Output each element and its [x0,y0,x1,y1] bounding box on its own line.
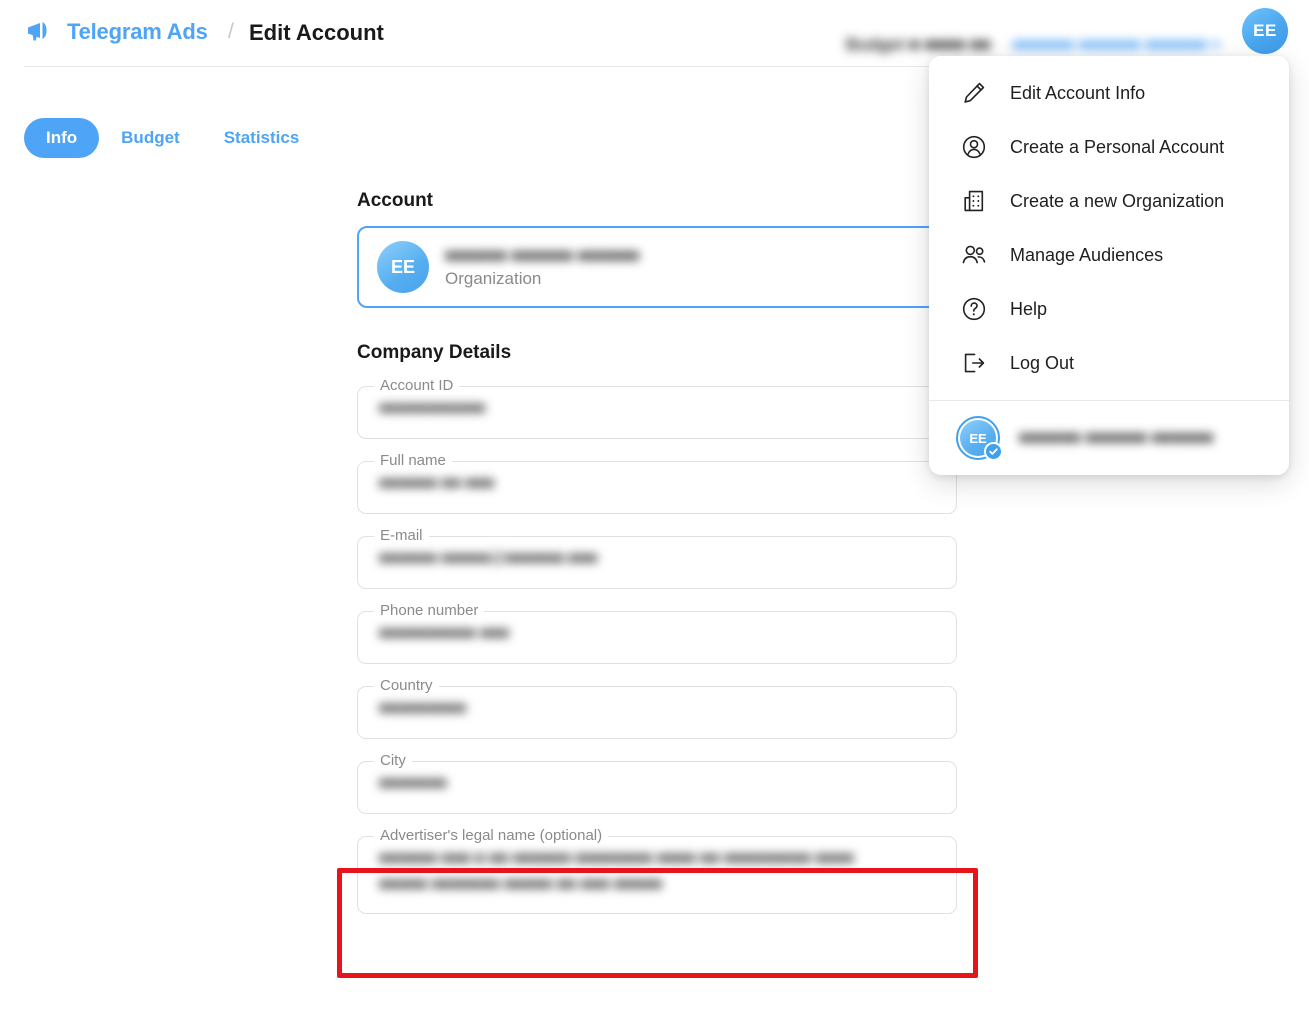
account-card-type: Organization [445,268,542,288]
field-advertiser-legal-name-input[interactable] [357,836,957,914]
app-root: Telegram Ads / Edit Account Budget ■ ■■■… [0,0,1309,1011]
header-budget-value: Budget ■ ■■■■ ■■ [845,35,991,54]
field-city-input[interactable] [357,761,957,814]
header-avatar[interactable]: EE [1242,8,1288,54]
building-icon [960,187,988,215]
tab-budget[interactable]: Budget [99,118,202,158]
field-city: City ■■■■■■■ [357,752,957,814]
account-dropdown-menu: Edit Account Info Create a Personal Acco… [929,56,1289,475]
menu-item-create-personal-account[interactable]: Create a Personal Account [929,120,1289,174]
account-section-title: Account [357,190,433,211]
menu-item-create-personal-account-label: Create a Personal Account [1010,136,1225,157]
field-country: Country ■■■■■■■■■ [357,677,957,739]
field-advertiser-legal-name: Advertiser's legal name (optional) ■■■■■… [357,827,957,914]
field-advertiser-legal-name-value-line2: ■■■■■ ■■■■■■■ ■■■■■ ■■ ■■■ ■■■■■ [379,876,663,893]
menu-item-help[interactable]: Help [929,282,1289,336]
menu-item-create-new-organization-label: Create a new Organization [1010,190,1225,211]
people-icon [960,241,988,269]
header-account-selector[interactable]: ■■■■■■ ■■■■■■ ■■■■■■ ▾ [1012,35,1220,55]
field-country-label: Country [374,677,439,694]
menu-item-edit-account-info[interactable]: Edit Account Info [929,66,1289,120]
account-card-name: ■■■■■■ ■■■■■■ ■■■■■■ [445,245,640,265]
field-phone-number-label: Phone number [374,602,485,619]
field-full-name: Full name ■■■■■■ ■■ ■■■ [357,452,957,514]
menu-account-avatar: EE [956,416,1003,461]
account-card-avatar: EE [377,241,429,293]
menu-item-manage-audiences[interactable]: Manage Audiences [929,228,1289,282]
page-title: Edit Account [249,20,384,45]
tab-bar: Info Budget Statistics [24,118,321,158]
account-card-text: ■■■■■■ ■■■■■■ ■■■■■■ Organization [445,246,639,289]
field-full-name-label: Full name [374,452,452,469]
field-advertiser-legal-name-value: ■■■■■■ ■■■ ■ ■■ ■■■■■■ ■■■■■■■■ ■■■■ ■■ … [379,850,854,867]
company-section-title: Company Details [357,342,512,363]
field-advertiser-legal-name-label: Advertiser's legal name (optional) [374,827,609,844]
logout-icon [960,349,988,377]
menu-item-manage-audiences-label: Manage Audiences [1010,244,1164,265]
field-city-label: City [374,752,412,769]
field-city-value: ■■■■■■■ [379,775,447,792]
tab-info[interactable]: Info [24,118,100,158]
field-email-value: ■■■■■■ ■■■■■@■■■■■■.■■■ [379,550,598,567]
menu-item-log-out[interactable]: Log Out [929,336,1289,390]
pencil-icon [960,79,988,107]
breadcrumb-separator: / [228,20,234,43]
user-circle-icon [960,133,988,161]
field-phone-number: Phone number ■■■■■■■■■■ ■■■ [357,602,957,664]
field-phone-number-value: ■■■■■■■■■■ ■■■ [379,625,510,642]
menu-selected-account[interactable]: EE ■■■■■■ ■■■■■■ ■■■■■■ [929,401,1289,475]
question-circle-icon [960,295,988,323]
field-email-label: E-mail [374,527,429,544]
field-full-name-value: ■■■■■■ ■■ ■■■ [379,475,495,492]
edit-account-form: Account EE ■■■■■■ ■■■■■■ ■■■■■■ Organiza… [357,190,957,914]
field-account-id: Account ID ■■■■■■■■■■■ [357,377,957,439]
megaphone-icon [24,17,54,47]
menu-item-help-label: Help [1010,298,1048,319]
check-badge-icon [984,442,1003,461]
field-account-id-label: Account ID [374,377,460,394]
tab-statistics[interactable]: Statistics [202,118,322,158]
menu-account-name: ■■■■■■ ■■■■■■ ■■■■■■ [1019,428,1214,447]
menu-item-create-new-organization[interactable]: Create a new Organization [929,174,1289,228]
menu-item-edit-account-info-label: Edit Account Info [1010,82,1146,103]
field-country-value: ■■■■■■■■■ [379,700,466,717]
field-account-id-value: ■■■■■■■■■■■ [379,400,486,417]
menu-item-log-out-label: Log Out [1010,352,1075,373]
account-card[interactable]: EE ■■■■■■ ■■■■■■ ■■■■■■ Organization [357,226,957,308]
brand-name: Telegram Ads [67,19,208,44]
header-right-group: Budget ■ ■■■■ ■■ ■■■■■■ ■■■■■■ ■■■■■■ ▾ … [846,8,1288,54]
field-email: E-mail ■■■■■■ ■■■■■@■■■■■■.■■■ [357,527,957,589]
brand-link[interactable]: Telegram Ads [24,17,208,47]
